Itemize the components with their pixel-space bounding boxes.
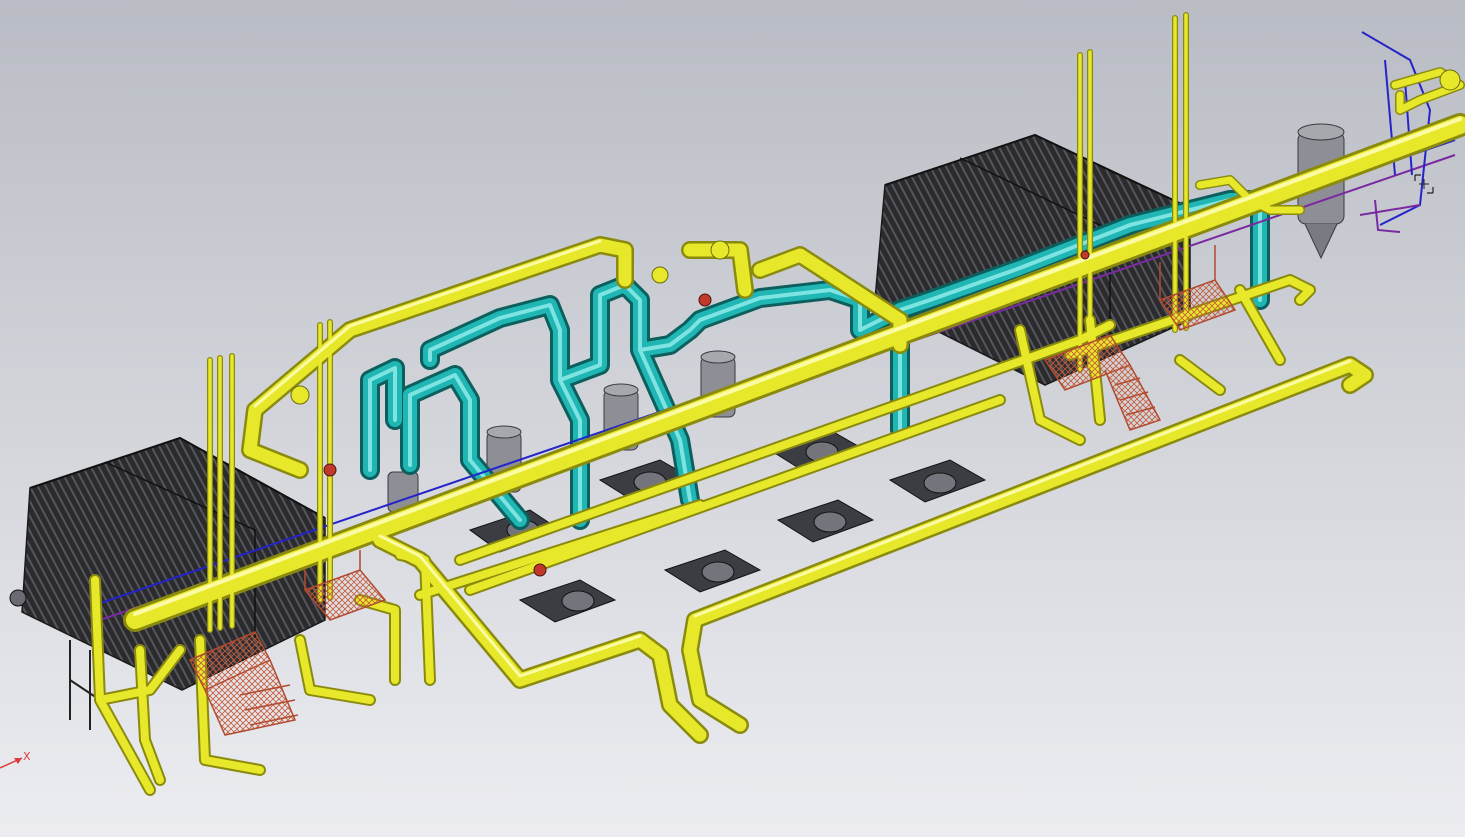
flange-1 [290, 385, 310, 405]
valve-red-2[interactable] [698, 293, 712, 307]
valve-red-3[interactable] [323, 463, 337, 477]
pipeline-scene[interactable] [0, 0, 1465, 837]
valve-red-4[interactable] [1080, 250, 1090, 260]
flange-3 [651, 266, 669, 284]
x-axis-label: X [23, 750, 31, 763]
air-cooler-left-nozzle [9, 589, 27, 607]
crosshair-cursor-icon [1414, 174, 1434, 194]
flange-2 [710, 240, 730, 260]
flange-4 [1439, 69, 1461, 91]
3d-model-viewport[interactable]: X [0, 0, 1465, 837]
valve-red-1[interactable] [533, 563, 547, 577]
